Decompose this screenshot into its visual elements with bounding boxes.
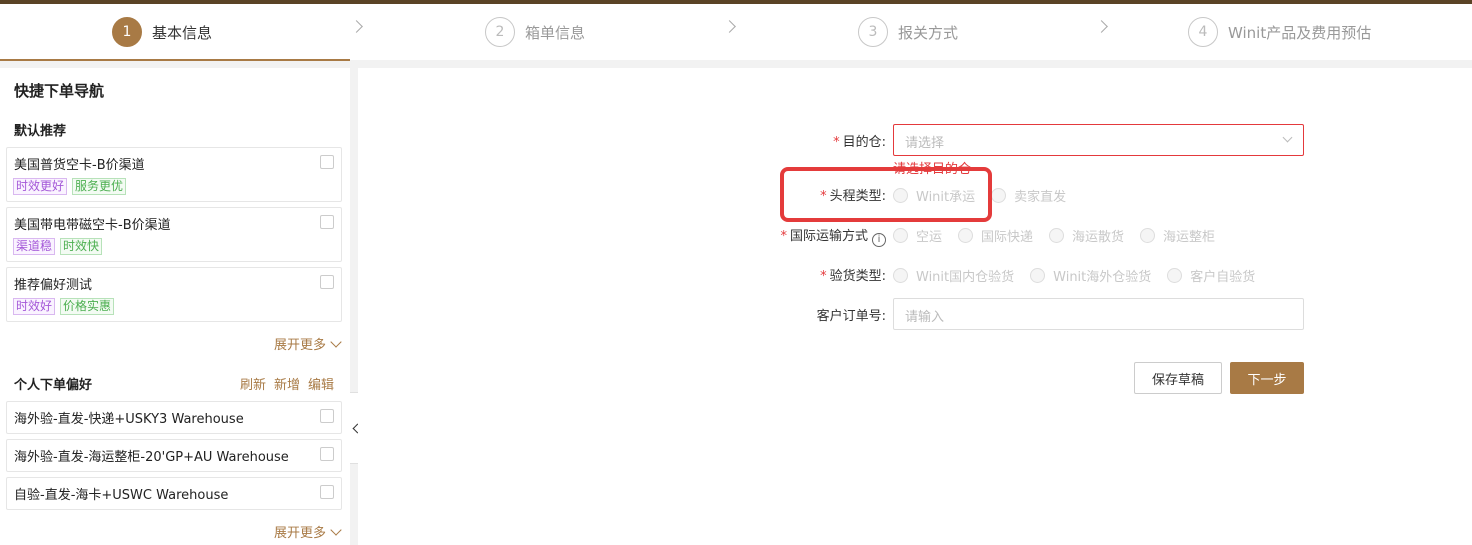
radio-seller-direct[interactable]: 卖家直发 <box>991 186 1066 205</box>
personal-title: 个人下单偏好 <box>14 378 93 393</box>
recommend-item-checkbox[interactable] <box>320 155 334 169</box>
preference-item-name: 自验-直发-海卡+USWC Warehouse <box>14 488 229 503</box>
preference-item-checkbox[interactable] <box>320 409 334 423</box>
preference-item-checkbox[interactable] <box>320 447 334 461</box>
chevron-down-icon <box>1282 132 1293 143</box>
intl-transport-radios: 空运 国际快递 海运散货 海运整柜 <box>893 226 1215 245</box>
chevron-down-icon <box>330 523 342 536</box>
warehouse-label: * 目的仓: <box>833 135 886 150</box>
radio-sea-fcl[interactable]: 海运整柜 <box>1140 226 1215 245</box>
step-product-fee[interactable]: 4 Winit产品及费用预估 <box>1188 4 1371 60</box>
intl-transport-label: * 国际运输方式 i <box>780 225 886 247</box>
recommend-item-name: 美国带电带磁空卡-B价渠道 <box>14 218 171 233</box>
recommend-item-checkbox[interactable] <box>320 275 334 289</box>
order-no-label: 客户订单号: <box>816 309 886 324</box>
recommend-item-name: 推荐偏好测试 <box>14 278 93 293</box>
step-indicator: 1 基本信息 2 箱单信息 3 报关方式 4 Winit产品及费用预估 <box>0 4 1472 61</box>
step-label: 基本信息 <box>152 23 213 42</box>
expand-more-label: 展开更多 <box>273 526 326 541</box>
annotation-highlight-box <box>780 167 992 222</box>
tag: 时效更好 <box>13 178 68 195</box>
next-step-button[interactable]: 下一步 <box>1230 362 1304 394</box>
quick-order-sidebar: 快捷下单导航 默认推荐 美国普货空卡-B价渠道 时效更好 服务更优 美国带电带磁… <box>0 68 350 545</box>
recommend-item-name: 美国普货空卡-B价渠道 <box>14 158 145 173</box>
step-customs[interactable]: 3 报关方式 <box>858 4 958 60</box>
step-number: 3 <box>858 17 888 47</box>
preference-item-name: 海外验-直发-快递+USKY3 Warehouse <box>14 412 244 427</box>
step-number: 1 <box>112 17 142 47</box>
tag: 时效好 <box>13 298 56 315</box>
step-label: 报关方式 <box>898 23 959 42</box>
input-placeholder: 请输入 <box>905 310 945 325</box>
inspection-radios: Winit国内仓验货 Winit海外仓验货 客户自验货 <box>893 266 1255 285</box>
warehouse-select[interactable]: 请选择 <box>893 124 1304 156</box>
chevron-right-icon <box>1095 20 1108 33</box>
preference-item-name: 海外验-直发-海运整柜-20'GP+AU Warehouse <box>14 450 289 465</box>
chevron-right-icon <box>723 20 736 33</box>
tag: 渠道稳 <box>13 238 56 255</box>
recommend-item[interactable]: 美国带电带磁空卡-B价渠道 渠道稳 时效快 <box>6 207 342 262</box>
step-basic-info[interactable]: 1 基本信息 <box>112 4 212 60</box>
expand-more-label: 展开更多 <box>273 338 326 353</box>
expand-more-recommend[interactable]: 展开更多 <box>273 334 342 353</box>
step-number: 4 <box>1188 17 1218 47</box>
radio-self-inspection[interactable]: 客户自验货 <box>1167 266 1255 285</box>
chevron-right-icon <box>350 20 363 33</box>
form-panel: * 目的仓: 请选择 请选择目的仓 * 头程类型: Winit承运 卖家直发 * 国际… <box>358 68 1472 545</box>
save-draft-button[interactable]: 保存草稿 <box>1134 362 1222 394</box>
active-step-underline <box>0 59 350 61</box>
recommend-title: 默认推荐 <box>14 124 67 139</box>
sidebar-title: 快捷下单导航 <box>14 82 105 100</box>
step-packing-list[interactable]: 2 箱单信息 <box>485 4 585 60</box>
tag: 时效快 <box>60 238 103 255</box>
tag: 价格实惠 <box>60 298 115 315</box>
radio-express[interactable]: 国际快递 <box>958 226 1033 245</box>
preference-item[interactable]: 自验-直发-海卡+USWC Warehouse <box>6 477 342 510</box>
expand-more-personal[interactable]: 展开更多 <box>273 522 342 541</box>
info-icon[interactable]: i <box>872 233 886 247</box>
recommend-item[interactable]: 美国普货空卡-B价渠道 时效更好 服务更优 <box>6 147 342 202</box>
order-no-input[interactable]: 请输入 <box>893 298 1304 330</box>
radio-sea-lcl[interactable]: 海运散货 <box>1049 226 1124 245</box>
preference-item[interactable]: 海外验-直发-快递+USKY3 Warehouse <box>6 401 342 434</box>
step-number: 2 <box>485 17 515 47</box>
add-link[interactable]: 新增 <box>274 374 300 393</box>
radio-domestic-inspection[interactable]: Winit国内仓验货 <box>893 266 1014 285</box>
step-label: Winit产品及费用预估 <box>1228 23 1372 42</box>
radio-overseas-inspection[interactable]: Winit海外仓验货 <box>1030 266 1151 285</box>
edit-link[interactable]: 编辑 <box>308 374 334 393</box>
recommend-item-checkbox[interactable] <box>320 215 334 229</box>
step-label: 箱单信息 <box>525 23 586 42</box>
refresh-link[interactable]: 刷新 <box>240 374 266 393</box>
inspection-label: * 验货类型: <box>820 269 886 284</box>
tag: 服务更优 <box>72 178 127 195</box>
preference-item[interactable]: 海外验-直发-海运整柜-20'GP+AU Warehouse <box>6 439 342 472</box>
chevron-down-icon <box>330 335 342 348</box>
recommend-item[interactable]: 推荐偏好测试 时效好 价格实惠 <box>6 267 342 322</box>
radio-air[interactable]: 空运 <box>893 226 942 245</box>
preference-item-checkbox[interactable] <box>320 485 334 499</box>
personal-actions: 刷新 新增 编辑 <box>240 374 334 393</box>
select-placeholder: 请选择 <box>905 136 945 151</box>
